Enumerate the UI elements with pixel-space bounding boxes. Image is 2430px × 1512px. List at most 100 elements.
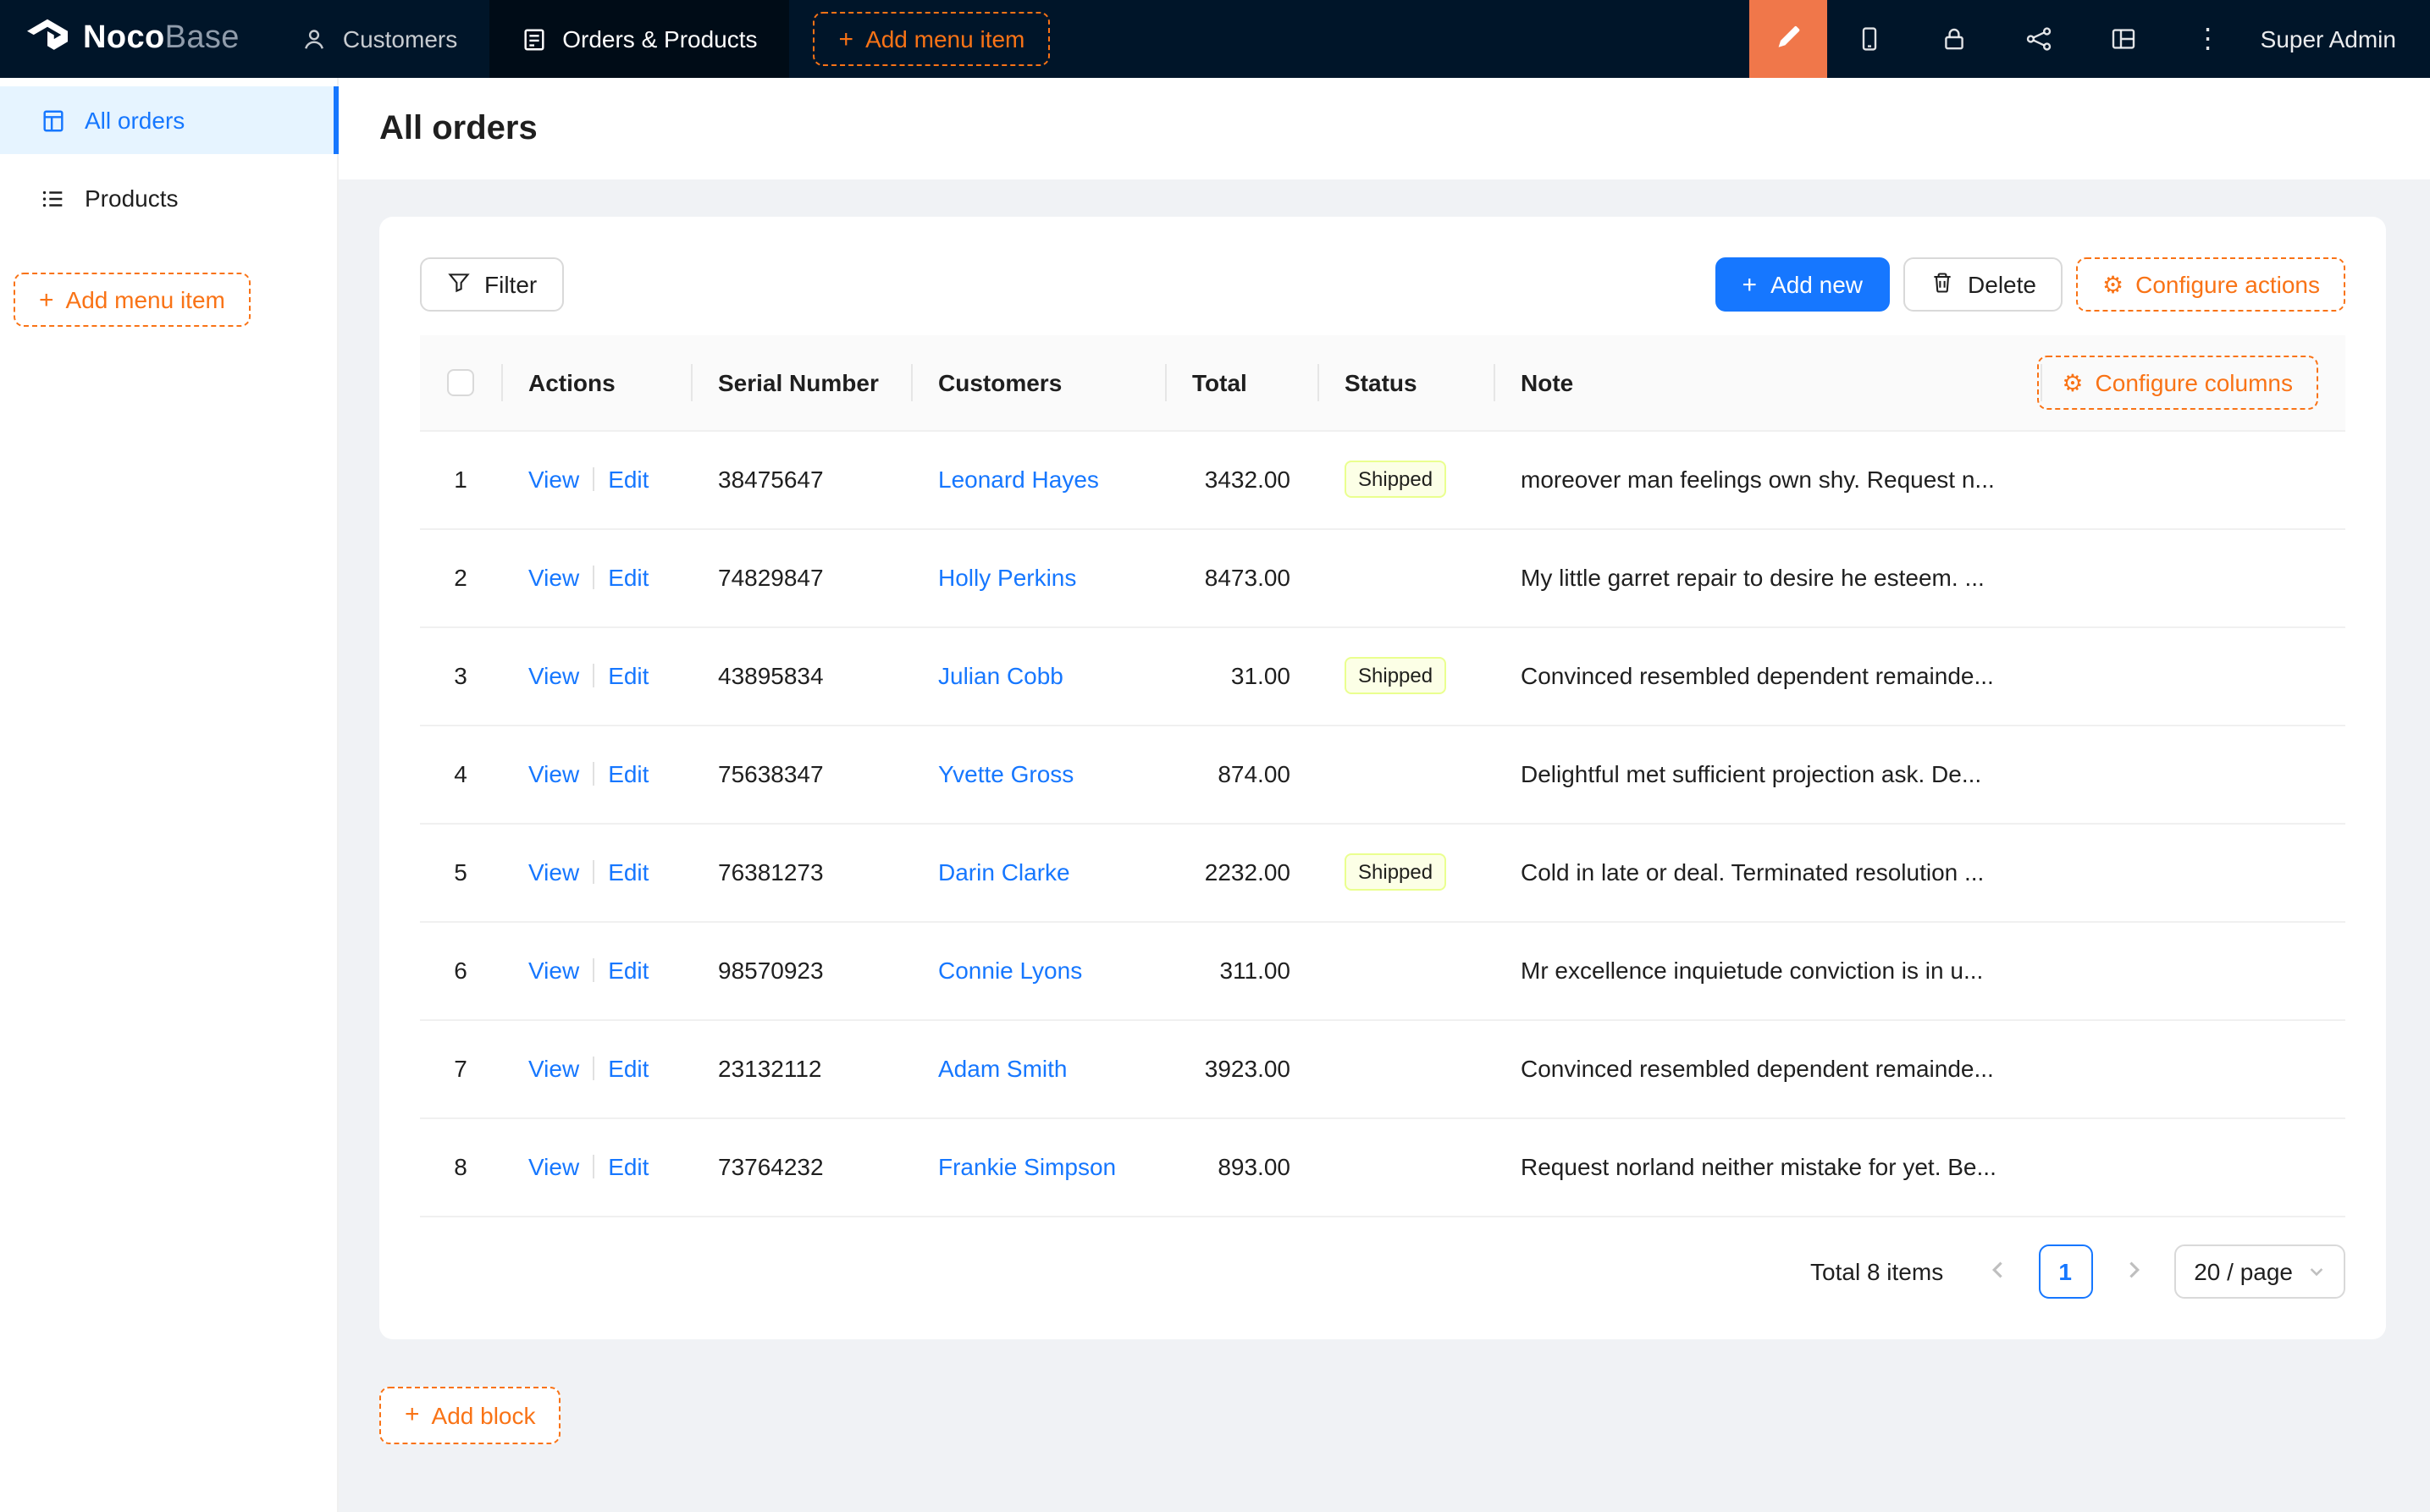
edit-link[interactable]: Edit — [608, 957, 649, 984]
mobile-icon[interactable] — [1827, 0, 1912, 78]
view-link[interactable]: View — [528, 466, 579, 493]
customer-link[interactable]: Leonard Hayes — [938, 466, 1099, 493]
actions-cell: View Edit — [501, 430, 691, 528]
plus-icon: + — [1742, 272, 1758, 297]
sidebar-item-all-orders[interactable]: All orders — [0, 86, 337, 154]
page-size-select[interactable]: 20 / page — [2173, 1244, 2345, 1298]
edit-link[interactable]: Edit — [608, 662, 649, 689]
sidebar-item-products[interactable]: Products — [0, 164, 337, 232]
row-index: 2 — [420, 528, 501, 626]
pagination: Total 8 items 1 — [420, 1244, 2345, 1298]
total-cell: 874.00 — [1165, 725, 1317, 823]
customer-link[interactable]: Holly Perkins — [938, 564, 1076, 591]
customer-cell: Frankie Simpson — [911, 1117, 1165, 1216]
orders-table: Actions Serial Number Customers Total St… — [420, 335, 2345, 1217]
orders-table-body: 1 ViewEdit 38475647 Leonard Hayes 3432.0… — [420, 430, 2345, 1216]
actions-cell: View Edit — [501, 1117, 691, 1216]
total-cell: 2232.00 — [1165, 823, 1317, 921]
row-index: 7 — [420, 1019, 501, 1117]
col-header-actions: Actions — [501, 335, 691, 430]
delete-button[interactable]: Delete — [1903, 257, 2063, 312]
orders-products-icon — [522, 26, 547, 52]
action-divider — [593, 860, 594, 884]
view-link[interactable]: View — [528, 957, 579, 984]
customer-link[interactable]: Connie Lyons — [938, 957, 1082, 984]
view-link[interactable]: View — [528, 858, 579, 886]
status-cell: Shipped — [1317, 430, 1494, 528]
toolbar-actions: + Add new Delete ⚙ Conf — [1715, 257, 2345, 312]
configure-cell — [2041, 528, 2345, 626]
status-badge: Shipped — [1345, 657, 1446, 694]
app-root: NocoBase Customers Orders & Products + A… — [0, 0, 2430, 1512]
actions-cell: View Edit — [501, 725, 691, 823]
add-new-button[interactable]: + Add new — [1715, 257, 1891, 312]
customer-link[interactable]: Frankie Simpson — [938, 1153, 1116, 1180]
view-link[interactable]: View — [528, 760, 579, 787]
customer-cell: Adam Smith — [911, 1019, 1165, 1117]
row-index: 5 — [420, 823, 501, 921]
configure-cell — [2041, 725, 2345, 823]
topbar-add-menu-item-button[interactable]: + Add menu item — [814, 12, 1051, 66]
action-divider — [593, 1155, 594, 1178]
status-cell: Shipped — [1317, 823, 1494, 921]
nav-item-orders-products[interactable]: Orders & Products — [489, 0, 789, 78]
edit-link[interactable]: Edit — [608, 466, 649, 493]
edit-link[interactable]: Edit — [608, 564, 649, 591]
configure-cell — [2041, 921, 2345, 1019]
customer-link[interactable]: Yvette Gross — [938, 760, 1074, 787]
plus-icon: + — [839, 26, 854, 52]
layout-icon[interactable] — [2081, 0, 2166, 78]
action-divider — [593, 467, 594, 491]
table-header-row: Actions Serial Number Customers Total St… — [420, 335, 2345, 430]
sidebar-item-label: All orders — [85, 107, 185, 134]
more-icon[interactable]: ⋮ — [2166, 0, 2251, 78]
col-header-total: Total — [1165, 335, 1317, 430]
actions-cell: View Edit — [501, 528, 691, 626]
configure-columns-button[interactable]: ⚙ Configure columns — [2036, 356, 2318, 410]
total-cell: 3432.00 — [1165, 430, 1317, 528]
serial-cell: 38475647 — [691, 430, 911, 528]
view-link[interactable]: View — [528, 564, 579, 591]
view-link[interactable]: View — [528, 1055, 579, 1082]
all-orders-icon — [41, 108, 66, 133]
sidebar-item-label: Products — [85, 185, 179, 212]
note-cell: Mr excellence inquietude conviction is i… — [1494, 921, 2041, 1019]
lock-icon[interactable] — [1912, 0, 1996, 78]
nav-item-customers[interactable]: Customers — [270, 0, 489, 78]
edit-link[interactable]: Edit — [608, 858, 649, 886]
edit-link[interactable]: Edit — [608, 1055, 649, 1082]
api-icon[interactable] — [1996, 0, 2081, 78]
main-area: All orders Filter + — [339, 78, 2430, 1512]
next-page-button[interactable] — [2106, 1244, 2160, 1298]
nocobase-logo[interactable]: NocoBase — [0, 0, 270, 78]
ui-editor-button[interactable] — [1749, 0, 1827, 78]
page-1-button[interactable]: 1 — [2038, 1244, 2092, 1298]
edit-link[interactable]: Edit — [608, 760, 649, 787]
page-content: Filter + Add new Delete — [339, 179, 2430, 1512]
customer-link[interactable]: Julian Cobb — [938, 662, 1063, 689]
edit-link[interactable]: Edit — [608, 1153, 649, 1180]
total-cell: 31.00 — [1165, 626, 1317, 725]
prev-page-button[interactable] — [1970, 1244, 2024, 1298]
configure-actions-button[interactable]: ⚙ Configure actions — [2077, 257, 2345, 312]
sidebar-add-menu-item-button[interactable]: + Add menu item — [14, 273, 251, 327]
user-menu[interactable]: Super Admin — [2251, 25, 2430, 52]
add-block-button[interactable]: + Add block — [379, 1386, 561, 1443]
customer-link[interactable]: Darin Clarke — [938, 858, 1070, 886]
actions-cell: View Edit — [501, 823, 691, 921]
view-link[interactable]: View — [528, 662, 579, 689]
select-all-checkbox[interactable] — [447, 370, 474, 397]
configure-cell — [2041, 626, 2345, 725]
top-nav: Customers Orders & Products + Add menu i… — [270, 0, 1074, 78]
status-cell — [1317, 528, 1494, 626]
plus-icon: + — [39, 287, 54, 312]
table-row: 3 ViewEdit 43895834 Julian Cobb 31.00 Sh… — [420, 626, 2345, 725]
customer-link[interactable]: Adam Smith — [938, 1055, 1068, 1082]
topbar: NocoBase Customers Orders & Products + A… — [0, 0, 2430, 78]
note-cell: moreover man feelings own shy. Request n… — [1494, 430, 2041, 528]
status-cell: Shipped — [1317, 626, 1494, 725]
view-link[interactable]: View — [528, 1153, 579, 1180]
filter-button[interactable]: Filter — [420, 257, 564, 312]
nav-item-label: Customers — [343, 25, 457, 52]
products-list-icon — [41, 185, 66, 211]
